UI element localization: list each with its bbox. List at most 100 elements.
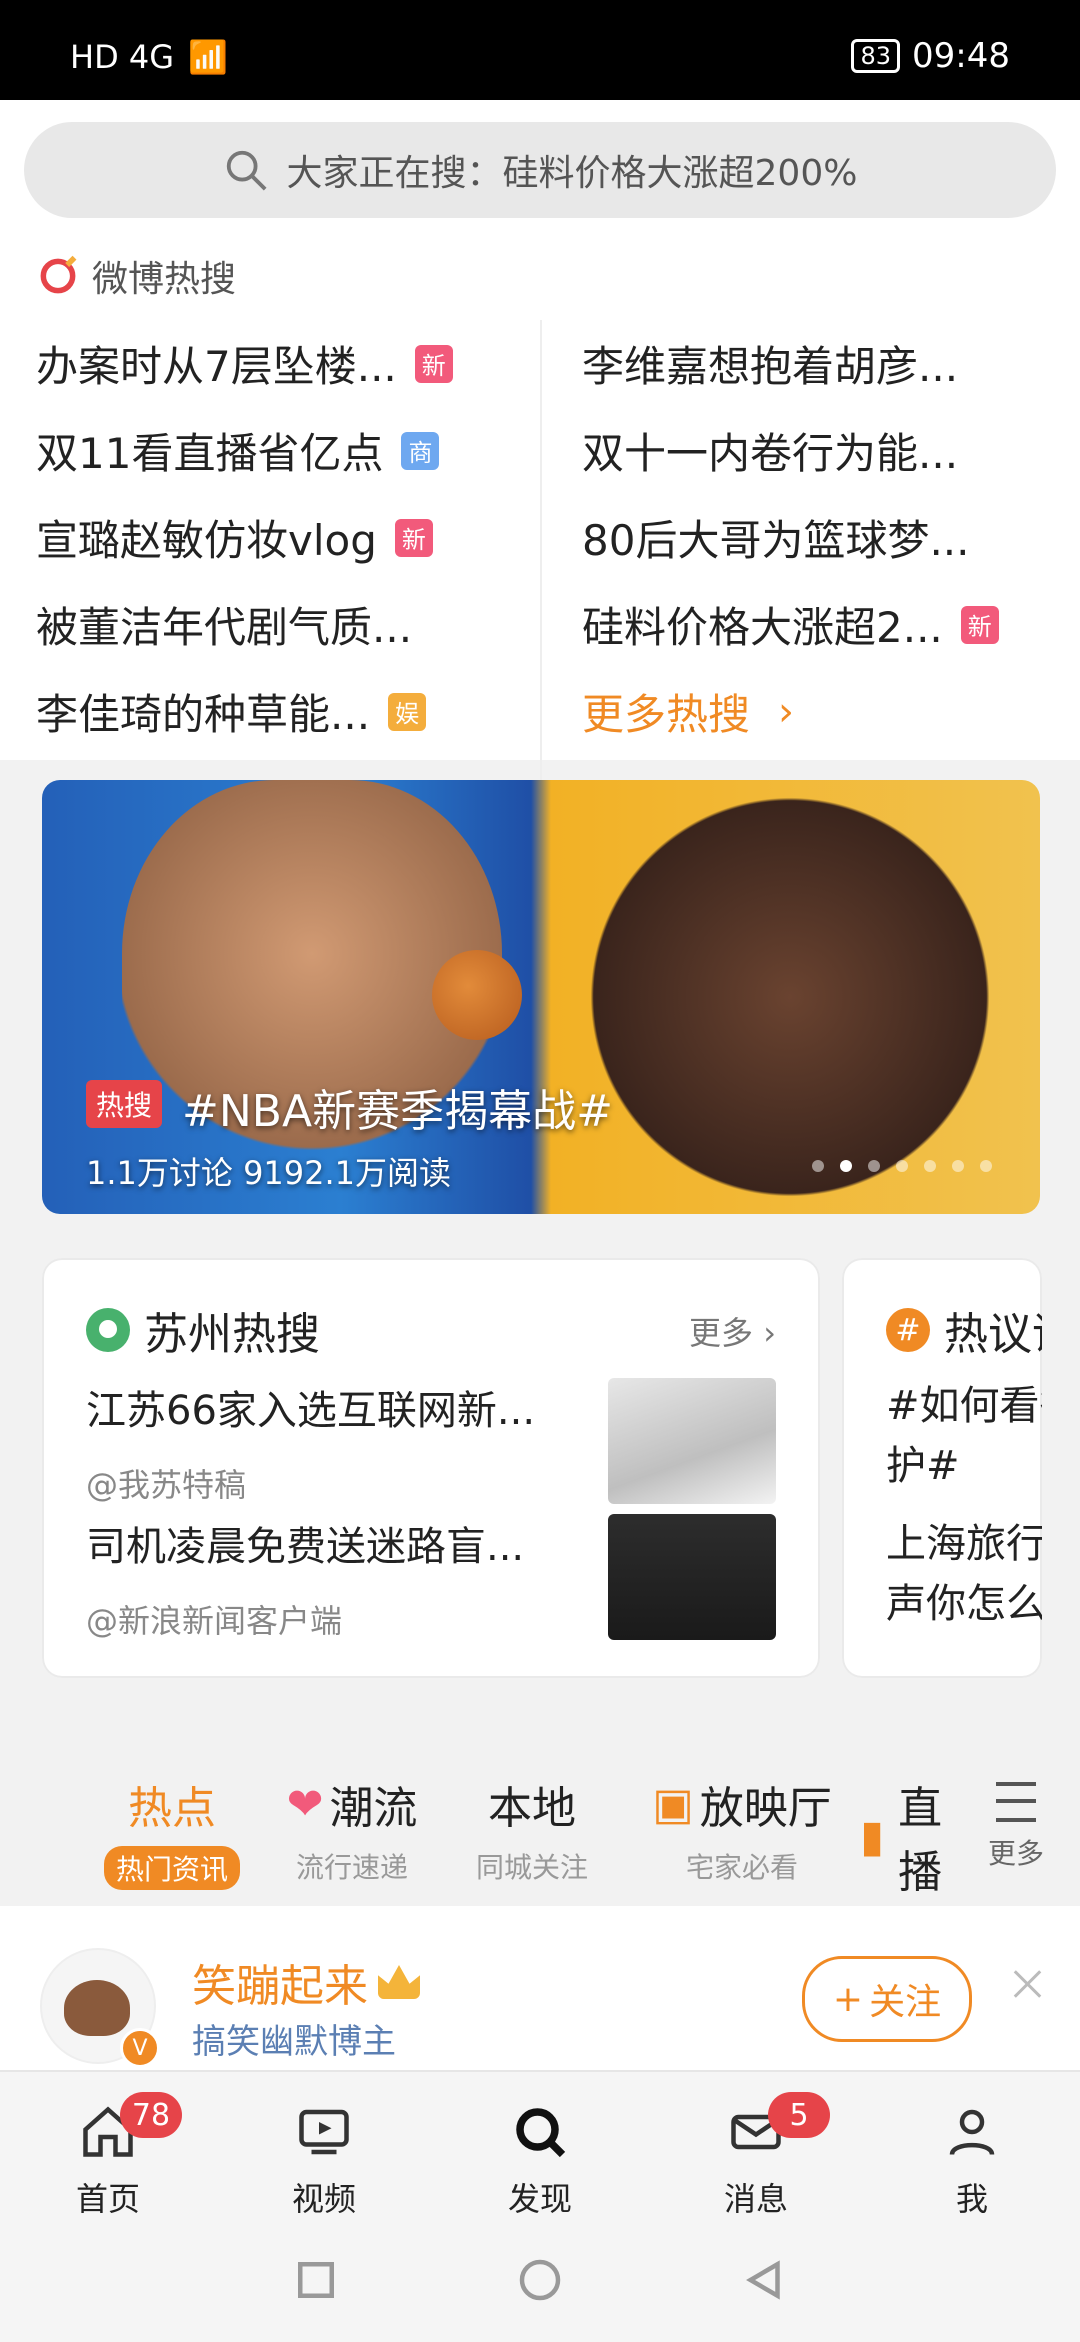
banner-title: #NBA新赛季揭幕战# (182, 1086, 613, 1137)
news-thumbnail (608, 1378, 776, 1504)
hot-search-item[interactable]: 李佳琦的种草能... 娱 (36, 668, 540, 755)
more-hot-search-link[interactable]: 更多热搜 › (542, 668, 1046, 755)
hot-search-logo-icon (40, 255, 77, 294)
hot-item-text: 双11看直播省亿点 (36, 429, 384, 478)
heart-icon: ❤ (286, 1778, 324, 1830)
hot-item-text: 被董洁年代剧气质... (36, 603, 413, 652)
hot-search-item[interactable]: 宣璐赵敏仿妆vlog 新 (36, 494, 540, 581)
suzhou-hot-card[interactable]: 苏州热搜 更多 › 江苏66家入选互联网新... @我苏特稿 司机凌晨免费送迷路… (42, 1258, 820, 1678)
carousel-dot-active (840, 1160, 852, 1172)
tab-label-wrap: ▮ 直播 (860, 1772, 950, 1900)
hot-search-item[interactable]: 被董洁年代剧气质... (36, 581, 540, 668)
card-more-link[interactable]: 更多 › (689, 1308, 776, 1354)
tab-hot[interactable]: 热点 热门资讯 (82, 1772, 262, 1890)
player-image-right (580, 780, 1000, 1214)
system-navigation (0, 2240, 1080, 2320)
plus-icon: + (832, 1978, 864, 2020)
hot-search-item[interactable]: 硅料价格大涨超2... 新 (542, 581, 1046, 668)
notification-count: 5 (768, 2092, 830, 2138)
user-name-text: 笑蹦起来 (192, 1961, 368, 2012)
tab-theater[interactable]: ▣ 放映厅 宅家必看 (622, 1772, 862, 1886)
tab-trend[interactable]: ❤ 潮流 流行速递 (262, 1772, 442, 1886)
hot-search-item[interactable]: 双十一内卷行为能... (542, 407, 1046, 494)
carousel-indicator (812, 1160, 992, 1172)
chevron-right-icon: › (778, 688, 795, 735)
hot-search-left-column: 办案时从7层坠楼... 新 双11看直播省亿点商 宣璐赵敏仿妆vlog 新 被董洁年… (36, 320, 542, 840)
hot-item-text: 李佳琦的种草能... (36, 690, 371, 739)
hot-search-item[interactable]: 双11看直播省亿点商 (36, 407, 540, 494)
hot-search-item[interactable]: 李维嘉想抱着胡彦... (542, 320, 1046, 407)
wifi-icon: 📶 (188, 38, 228, 76)
news-item[interactable]: 江苏66家入选互联网新... @我苏特稿 (86, 1378, 776, 1518)
hot-item-text: 宣璐赵敏仿妆vlog (36, 516, 377, 565)
hot-item-text: 80后大哥为篮球梦... (582, 516, 970, 565)
entertainment-badge: 娱 (388, 692, 427, 731)
tab-sub-label: 宅家必看 (685, 1851, 798, 1884)
recent-apps-icon[interactable] (289, 2253, 343, 2307)
new-badge: 新 (960, 605, 999, 644)
commerce-badge: 商 (401, 431, 440, 470)
card-header: # 热议话 (886, 1298, 1042, 1362)
nav-label: 首页 (75, 2180, 140, 2218)
carousel-dot (952, 1160, 964, 1172)
verified-badge-icon: V (120, 2028, 160, 2068)
video-icon (299, 2109, 349, 2155)
tab-label: 本地 (488, 1783, 576, 1834)
tab-label: 热点 (128, 1783, 216, 1834)
topic-line: 护# (886, 1443, 960, 1489)
category-tabs: 热点 热门资讯 ❤潮流 流行速递 本地 同城关注 ▣放映厅 宅家必看 ▮直播 大… (0, 1750, 1080, 1948)
banner-meta: 1.1万讨论 9192.1万阅读 (86, 1154, 452, 1192)
topic-line: 声你怎么看 (886, 1581, 1042, 1627)
avatar[interactable]: V (40, 1948, 160, 2068)
card-more-label: 更多 (689, 1314, 754, 1352)
news-item[interactable]: 司机凌晨免费送迷路盲... @新浪新闻客户端 (86, 1514, 776, 1654)
back-icon[interactable] (737, 2253, 791, 2307)
nav-label: 发现 (507, 2180, 572, 2218)
hot-search-title-text: 微博热搜 (92, 259, 237, 300)
search-bar[interactable]: 大家正在搜：硅料价格大涨超200% (24, 122, 1056, 218)
nav-profile[interactable]: 我 (864, 2102, 1080, 2220)
tv-icon: ▣ (652, 1778, 694, 1830)
tab-local[interactable]: 本地 同城关注 (442, 1772, 622, 1886)
carousel-dot (812, 1160, 824, 1172)
nav-video[interactable]: 视频 (216, 2102, 432, 2220)
more-tabs-button[interactable]: 更多 (988, 1782, 1044, 1872)
hot-search-title: 微博热搜 (36, 250, 236, 302)
hot-search-item[interactable]: 80后大哥为篮球梦... (542, 494, 1046, 581)
clock: 09:48 (912, 36, 1010, 76)
follow-button-label: 关注 (869, 1982, 942, 2023)
carousel-dot (980, 1160, 992, 1172)
new-badge: 新 (414, 344, 453, 383)
avatar-image (64, 1980, 130, 2036)
news-title: 司机凌晨免费送迷路盲... (86, 1524, 525, 1570)
hot-item-text: 双十一内卷行为能... (582, 429, 959, 478)
nav-label: 视频 (291, 2180, 356, 2218)
user-name[interactable]: 笑蹦起来 (192, 1950, 420, 2014)
hot-search-item[interactable]: 办案时从7层坠楼... 新 (36, 320, 540, 407)
carousel-dot (924, 1160, 936, 1172)
card-title: 热议话 (944, 1309, 1042, 1360)
carousel-dot (896, 1160, 908, 1172)
crown-icon (378, 1965, 420, 1999)
search-icon (226, 150, 267, 191)
topic-line: #如何看待 (886, 1383, 1042, 1429)
user-description: 搞笑幽默博主 (192, 2022, 396, 2062)
follow-button[interactable]: + 关注 (802, 1956, 972, 2042)
hot-search-grid: 办案时从7层坠楼... 新 双11看直播省亿点商 宣璐赵敏仿妆vlog 新 被董洁年… (36, 320, 1046, 840)
new-badge: 新 (394, 518, 433, 557)
home-button-icon[interactable] (513, 2253, 567, 2307)
card-title: 苏州热搜 (144, 1309, 320, 1360)
featured-banner[interactable]: 热搜 #NBA新赛季揭幕战# 1.1万讨论 9192.1万阅读 (42, 780, 1040, 1214)
nav-home[interactable]: 78 首页 (0, 2092, 216, 2220)
card-header: 苏州热搜 (86, 1298, 320, 1362)
nav-messages[interactable]: 5 消息 (648, 2092, 864, 2220)
nav-discover[interactable]: 发现 (432, 2102, 648, 2220)
hot-topics-card[interactable]: # 热议话 #如何看待 护# 上海旅行团 声你怎么看 (842, 1258, 1042, 1678)
tab-sub-label: 流行速递 (295, 1851, 408, 1884)
network-status: HD 4G (70, 38, 175, 76)
more-tabs-label: 更多 (987, 1837, 1044, 1870)
more-hot-label: 更多热搜 (582, 690, 751, 739)
hot-item-text: 李维嘉想抱着胡彦... (582, 342, 959, 391)
close-icon[interactable] (1010, 1966, 1046, 2002)
hot-item-text: 硅料价格大涨超2... (582, 603, 943, 652)
